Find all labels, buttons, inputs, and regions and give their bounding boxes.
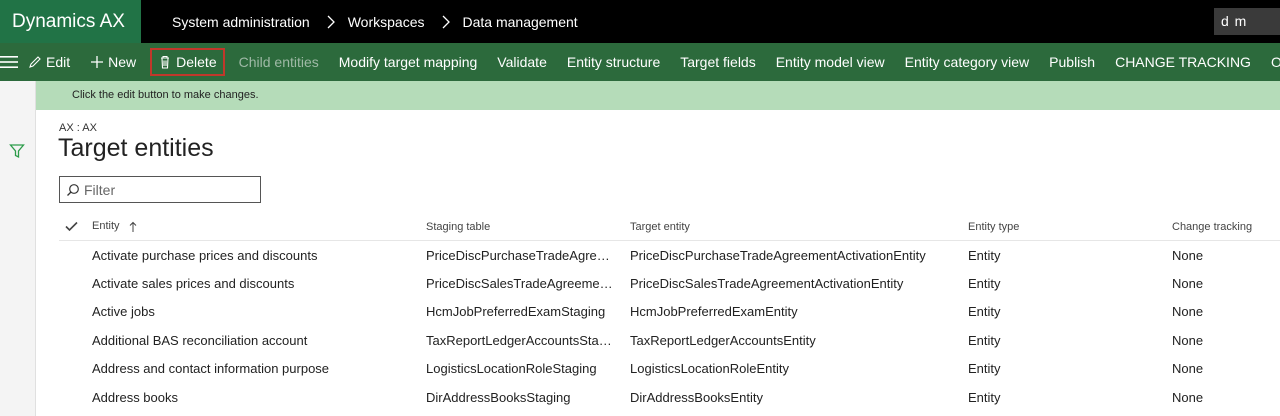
cell-staging-table: DirAddressBooksStaging <box>426 389 571 405</box>
table-row[interactable]: Activate sales prices and discounts Pric… <box>59 269 1280 297</box>
cell-entity-type: Entity <box>968 247 1001 263</box>
cell-change-tracking: None <box>1172 247 1204 263</box>
edit-button-label: Edit <box>46 54 71 70</box>
cell-entity-type: Entity <box>968 361 1001 377</box>
left-rail <box>0 81 36 416</box>
cell-entity-type: Entity <box>968 389 1001 405</box>
modify-target-mapping-button[interactable]: Modify target mapping <box>329 43 488 81</box>
target-entities-grid: Entity Staging table Target entity Entit… <box>59 213 1280 411</box>
company-label: AX : AX <box>59 122 97 134</box>
change-tracking-menu[interactable]: CHANGE TRACKING <box>1105 43 1261 81</box>
column-header-entity-label: Entity <box>92 220 120 233</box>
plus-icon <box>91 56 104 68</box>
cell-target-entity: LogisticsLocationRoleEntity <box>630 361 789 377</box>
delete-button[interactable]: Delete <box>150 48 225 76</box>
cell-staging-table: PriceDiscPurchaseTradeAgreem... <box>426 247 616 263</box>
cell-entity: Additional BAS reconciliation account <box>92 332 308 348</box>
pencil-icon <box>29 56 41 68</box>
info-message-bar: Click the edit button to make changes. <box>36 81 1280 110</box>
new-button[interactable]: New <box>80 43 146 81</box>
table-row[interactable]: Additional BAS reconciliation account Ta… <box>59 326 1280 354</box>
column-header-staging-table[interactable]: Staging table <box>426 221 616 233</box>
publish-button[interactable]: Publish <box>1039 43 1105 81</box>
entity-category-view-button[interactable]: Entity category view <box>895 43 1040 81</box>
cell-entity-type: Entity <box>968 276 1001 292</box>
chevron-right-icon <box>442 15 450 28</box>
breadcrumb: System administration Workspaces Data ma… <box>172 0 578 43</box>
action-bar: Edit New Delete Child entities Modify ta… <box>0 43 1280 81</box>
column-header-entity[interactable]: Entity <box>92 220 412 232</box>
chevron-right-icon <box>327 15 335 28</box>
cell-change-tracking: None <box>1172 361 1204 377</box>
cell-change-tracking: None <box>1172 389 1204 405</box>
options-menu[interactable]: OPTIONS <box>1261 43 1280 81</box>
hamburger-icon <box>0 56 18 68</box>
user-initials-button[interactable]: d m <box>1214 8 1280 35</box>
child-entities-button[interactable]: Child entities <box>229 43 329 81</box>
validate-button[interactable]: Validate <box>487 43 557 81</box>
column-header-target-entity[interactable]: Target entity <box>630 221 950 233</box>
filter-field[interactable] <box>59 176 261 203</box>
filter-icon[interactable] <box>9 143 25 159</box>
table-row[interactable]: Address books DirAddressBooksStaging Dir… <box>59 383 1280 411</box>
cell-entity: Address books <box>92 389 178 405</box>
edit-button[interactable]: Edit <box>18 43 80 81</box>
cell-entity: Active jobs <box>92 304 155 320</box>
sort-ascending-icon <box>129 221 136 232</box>
select-all-checkbox[interactable] <box>59 221 91 232</box>
grid-header-row: Entity Staging table Target entity Entit… <box>59 213 1280 241</box>
cell-target-entity: HcmJobPreferredExamEntity <box>630 304 798 320</box>
cell-staging-table: TaxReportLedgerAccountsStagi... <box>426 332 616 348</box>
cell-entity: Activate sales prices and discounts <box>92 276 295 292</box>
target-fields-button[interactable]: Target fields <box>670 43 765 81</box>
checkmark-icon <box>65 221 78 232</box>
cell-entity: Address and contact information purpose <box>92 361 330 377</box>
cell-target-entity: TaxReportLedgerAccountsEntity <box>630 332 816 348</box>
cell-staging-table: PriceDiscSalesTradeAgreement... <box>426 276 616 292</box>
entity-model-view-button[interactable]: Entity model view <box>766 43 895 81</box>
cell-target-entity: PriceDiscSalesTradeAgreementActivationEn… <box>630 276 904 292</box>
cell-staging-table: HcmJobPreferredExamStaging <box>426 304 606 320</box>
table-row[interactable]: Active jobs HcmJobPreferredExamStaging H… <box>59 298 1280 326</box>
cell-entity-type: Entity <box>968 304 1001 320</box>
cell-entity: Activate purchase prices and discounts <box>92 247 318 263</box>
cell-staging-table: LogisticsLocationRoleStaging <box>426 361 597 377</box>
table-row[interactable]: Activate purchase prices and discounts P… <box>59 241 1280 269</box>
cell-entity-type: Entity <box>968 332 1001 348</box>
column-header-change-tracking[interactable]: Change tracking <box>1172 221 1280 233</box>
breadcrumb-item-data-management[interactable]: Data management <box>463 14 578 30</box>
cell-target-entity: DirAddressBooksEntity <box>630 389 763 405</box>
top-bar: Dynamics AX System administration Worksp… <box>0 0 1280 43</box>
trash-icon <box>161 55 170 69</box>
page-title: Target entities <box>58 134 214 162</box>
filter-input[interactable] <box>84 181 254 198</box>
breadcrumb-item-system-administration[interactable]: System administration <box>172 14 310 30</box>
cell-change-tracking: None <box>1172 276 1204 292</box>
column-header-entity-type[interactable]: Entity type <box>968 221 1118 233</box>
app-brand[interactable]: Dynamics AX <box>0 0 141 43</box>
cell-change-tracking: None <box>1172 304 1204 320</box>
breadcrumb-item-workspaces[interactable]: Workspaces <box>348 14 425 30</box>
new-button-label: New <box>108 54 137 70</box>
cell-target-entity: PriceDiscPurchaseTradeAgreementActivatio… <box>630 247 926 263</box>
search-icon <box>67 183 79 196</box>
entity-structure-button[interactable]: Entity structure <box>557 43 670 81</box>
hamburger-menu-button[interactable] <box>0 43 18 81</box>
table-row[interactable]: Address and contact information purpose … <box>59 355 1280 383</box>
cell-change-tracking: None <box>1172 332 1204 348</box>
delete-button-label: Delete <box>176 54 217 70</box>
